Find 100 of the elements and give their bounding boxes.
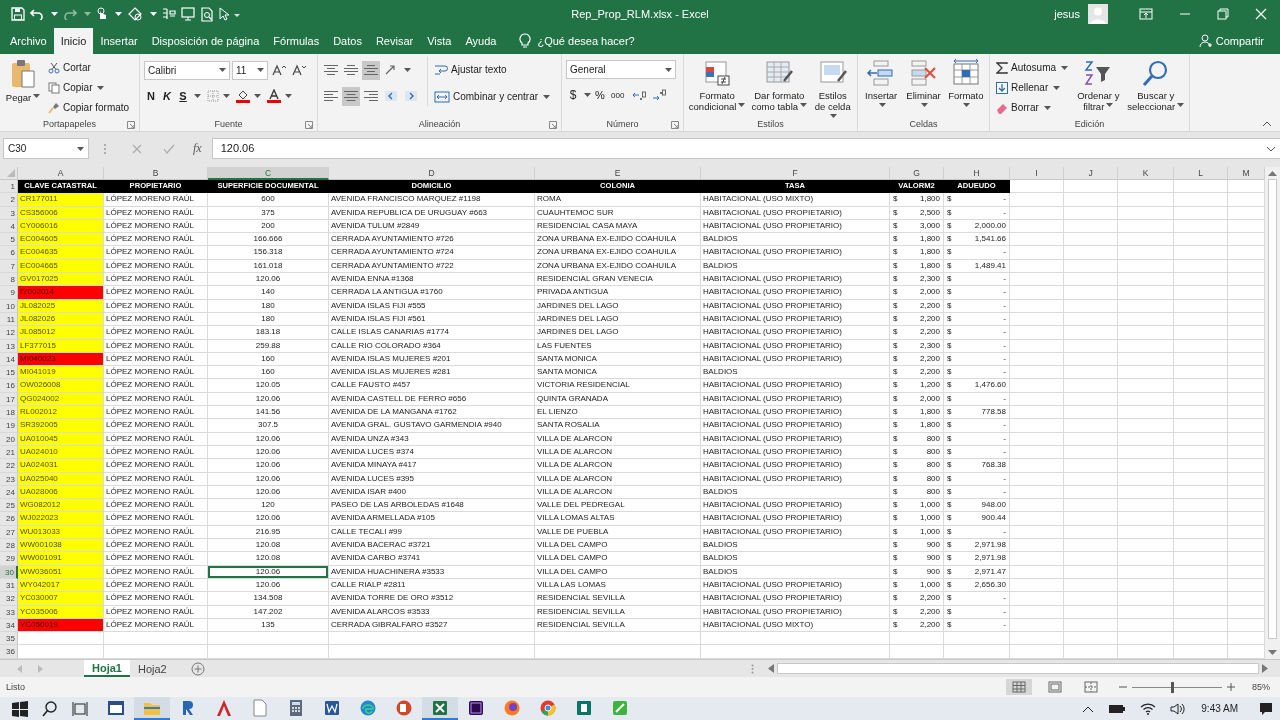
empty-cell[interactable]	[1118, 366, 1174, 380]
empty-cell[interactable]	[1118, 525, 1174, 539]
column-header[interactable]: F	[701, 167, 890, 180]
empty-cell[interactable]	[1174, 273, 1228, 287]
scroll-down-icon[interactable]	[1268, 650, 1277, 656]
row-number[interactable]: 22	[0, 459, 18, 473]
scroll-left-icon[interactable]	[768, 664, 774, 673]
merge-center-button[interactable]: Combinar y centrar	[432, 87, 553, 106]
empty-cell[interactable]	[1010, 578, 1064, 593]
row-number[interactable]: 29	[0, 552, 18, 566]
ribbon-tab[interactable]: Vista	[420, 28, 459, 54]
ribbon-tab[interactable]: Datos	[326, 28, 369, 54]
empty-cell[interactable]	[1064, 392, 1118, 407]
row-number[interactable]: 6	[0, 246, 18, 260]
empty-cell[interactable]	[1118, 326, 1174, 340]
empty-cell[interactable]	[1010, 419, 1064, 433]
insert-cells-button[interactable]: Insertar	[862, 57, 901, 112]
split-icon[interactable]	[162, 7, 176, 21]
slider-thumb[interactable]	[1171, 681, 1175, 693]
empty-cell[interactable]	[1174, 352, 1228, 367]
empty-cell[interactable]	[1064, 605, 1118, 619]
empty-cell[interactable]	[1118, 618, 1174, 633]
insert-function-button[interactable]: fx	[193, 141, 202, 156]
find-select-button[interactable]: Buscar y seleccionar	[1126, 57, 1185, 112]
empty-cell[interactable]	[1118, 459, 1174, 473]
bottom-align-button[interactable]	[362, 60, 380, 80]
empty-cell[interactable]	[1064, 485, 1118, 500]
print-preview-icon[interactable]	[200, 6, 214, 22]
row-number[interactable]: 15	[0, 366, 18, 380]
empty-cell[interactable]	[1118, 445, 1174, 460]
font-color-icon[interactable]	[267, 89, 281, 103]
currency-button[interactable]: $	[566, 86, 580, 104]
add-sheet-icon[interactable]	[190, 661, 205, 676]
font-size-field[interactable]: 11	[232, 60, 268, 80]
battery-icon[interactable]	[1108, 703, 1127, 714]
shapes-icon[interactable]	[127, 7, 143, 21]
decrease-decimal-icon[interactable]	[652, 89, 667, 101]
empty-cell[interactable]	[1010, 459, 1064, 473]
empty-cell[interactable]	[1118, 592, 1174, 606]
row-number[interactable]: 32	[0, 592, 18, 606]
column-header[interactable]: E	[535, 167, 701, 180]
empty-cell[interactable]	[1064, 259, 1118, 274]
row-number[interactable]: 36	[0, 645, 18, 659]
comma-style-button[interactable]: 000	[609, 86, 627, 104]
cell-styles-button[interactable]: Estilos de celda	[812, 57, 853, 123]
column-header[interactable]: I	[1010, 167, 1064, 180]
prev-sheet-icon[interactable]	[16, 664, 22, 673]
empty-cell[interactable]	[1010, 632, 1064, 646]
empty-cell[interactable]	[1064, 552, 1118, 566]
empty-cell[interactable]	[1064, 565, 1118, 579]
empty-cell[interactable]	[1010, 233, 1064, 247]
cut-button[interactable]: Cortar	[46, 58, 132, 77]
empty-cell[interactable]	[1064, 312, 1118, 327]
empty-cell[interactable]	[1064, 206, 1118, 220]
empty-cell[interactable]	[1064, 499, 1118, 513]
fill-color-icon[interactable]	[236, 89, 250, 103]
row-number[interactable]: 5	[0, 233, 18, 247]
empty-cell[interactable]	[1064, 445, 1118, 460]
row-number[interactable]: 8	[0, 273, 18, 287]
empty-cell[interactable]	[1010, 525, 1064, 539]
column-header[interactable]: L	[1174, 167, 1228, 180]
empty-cell[interactable]	[535, 632, 701, 646]
empty-cell[interactable]	[1118, 180, 1174, 194]
borders-icon[interactable]	[207, 90, 219, 102]
empty-cell[interactable]	[1064, 273, 1118, 287]
row-number[interactable]: 35	[0, 632, 18, 646]
task-view-icon[interactable]	[72, 700, 88, 717]
empty-cell[interactable]	[890, 632, 944, 646]
pointer-icon[interactable]	[219, 7, 229, 21]
empty-cell[interactable]	[1174, 233, 1228, 247]
empty-cell[interactable]	[1174, 565, 1228, 579]
empty-cell[interactable]	[1010, 605, 1064, 619]
presentation-icon[interactable]	[181, 7, 195, 21]
empty-cell[interactable]	[1064, 379, 1118, 393]
empty-cell[interactable]	[1064, 618, 1118, 633]
select-all-icon[interactable]	[7, 169, 15, 177]
empty-cell[interactable]	[701, 632, 890, 646]
empty-cell[interactable]	[1010, 193, 1064, 207]
empty-cell[interactable]	[1064, 592, 1118, 606]
empty-cell[interactable]	[1118, 432, 1174, 446]
empty-cell[interactable]	[1010, 565, 1064, 579]
scrollbar-thumb[interactable]	[777, 663, 1259, 674]
dialog-launcher-icon[interactable]	[127, 121, 135, 129]
scrollbar-thumb[interactable]	[1268, 179, 1277, 639]
empty-cell[interactable]	[1118, 645, 1174, 659]
empty-cell[interactable]	[1118, 472, 1174, 486]
row-number[interactable]: 18	[0, 406, 18, 420]
empty-cell[interactable]	[1010, 286, 1064, 300]
empty-cell[interactable]	[1118, 273, 1174, 287]
empty-cell[interactable]	[1064, 419, 1118, 433]
empty-cell[interactable]	[1010, 472, 1064, 486]
empty-cell[interactable]	[1174, 552, 1228, 566]
empty-cell[interactable]	[1064, 246, 1118, 260]
empty-cell[interactable]	[1118, 419, 1174, 433]
dialog-launcher-icon[interactable]	[671, 121, 679, 129]
empty-cell[interactable]	[1118, 485, 1174, 500]
normal-view-button[interactable]	[1006, 679, 1032, 695]
font-name-field[interactable]: Calibri	[144, 60, 230, 80]
empty-cell[interactable]	[1064, 632, 1118, 646]
empty-cell[interactable]	[1118, 392, 1174, 407]
